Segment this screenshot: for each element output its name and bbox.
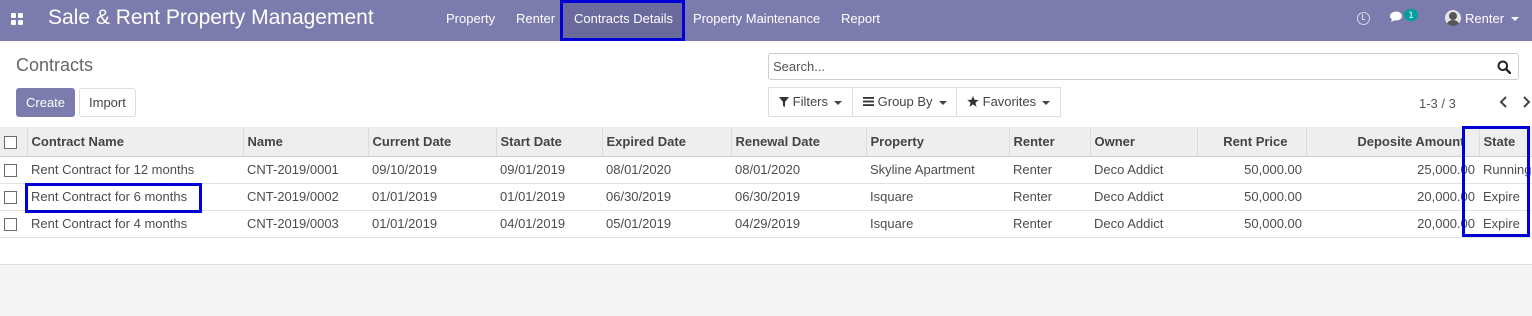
menu-item-report[interactable]: Report [841, 0, 880, 38]
cell-start-date[interactable]: 01/01/2019 [496, 183, 602, 211]
column-header-renter[interactable]: Renter [1009, 127, 1091, 157]
select-all-checkbox[interactable] [4, 135, 17, 149]
cell-start-date[interactable]: 09/01/2019 [496, 156, 602, 184]
cell-state[interactable]: Expire [1479, 210, 1532, 238]
cell-rent-price[interactable]: 50,000.00 [1197, 210, 1306, 238]
group-by-label: Group By [877, 94, 933, 109]
table-row[interactable]: Rent Contract for 12 months CNT-2019/000… [0, 156, 1532, 184]
cell-owner[interactable]: Deco Addict [1090, 210, 1197, 238]
search-input[interactable] [773, 56, 1473, 77]
cell-renewal-date[interactable]: 06/30/2019 [731, 183, 866, 211]
table-row[interactable]: Rent Contract for 4 months CNT-2019/0003… [0, 210, 1532, 238]
menu-item-property-maintenance[interactable]: Property Maintenance [693, 0, 820, 38]
cell-name[interactable]: CNT-2019/0002 [243, 183, 368, 211]
row-checkbox[interactable] [4, 191, 17, 205]
column-header-rent-price[interactable]: Rent Price [1197, 127, 1307, 157]
cell-deposite-amount[interactable]: 20,000.00 [1306, 183, 1479, 211]
cell-current-date[interactable]: 01/01/2019 [368, 210, 496, 238]
column-header-expired-date[interactable]: Expired Date [602, 127, 732, 157]
user-menu-name[interactable]: Renter [1465, 11, 1504, 26]
contracts-table: Contract Name Name Current Date Start Da… [0, 127, 1532, 238]
cell-renter[interactable]: Renter [1009, 156, 1090, 184]
cell-name[interactable]: CNT-2019/0001 [243, 156, 368, 184]
cell-state[interactable]: Expire [1479, 183, 1532, 211]
cell-rent-price[interactable]: 50,000.00 [1197, 183, 1306, 211]
cell-contract-name[interactable]: Rent Contract for 12 months [27, 156, 243, 184]
row-checkbox[interactable] [4, 218, 17, 232]
activity-clock-icon[interactable] [1357, 12, 1370, 25]
menu-item-contracts-details[interactable]: Contracts Details [563, 0, 684, 38]
cell-contract-name[interactable]: Rent Contract for 6 months [27, 183, 243, 211]
select-all-cell [0, 127, 28, 157]
cell-renter[interactable]: Renter [1009, 183, 1090, 211]
cell-deposite-amount[interactable]: 20,000.00 [1306, 210, 1479, 238]
cell-deposite-amount[interactable]: 25,000.00 [1306, 156, 1479, 184]
pager-previous-icon[interactable] [1498, 96, 1510, 108]
user-avatar[interactable] [1445, 10, 1461, 26]
column-header-name[interactable]: Name [243, 127, 369, 157]
cell-renter[interactable]: Renter [1009, 210, 1090, 238]
pager-value: 1-3 / 3 [1419, 96, 1456, 111]
cell-owner[interactable]: Deco Addict [1090, 183, 1197, 211]
cell-property[interactable]: Isquare [866, 210, 1009, 238]
contracts-list: Contract Name Name Current Date Start Da… [0, 127, 1532, 264]
control-panel: Contracts Create Import Filters Group By… [0, 41, 1532, 127]
apps-menu-icon[interactable] [10, 12, 24, 26]
cell-current-date[interactable]: 09/10/2019 [368, 156, 496, 184]
favorites-dropdown[interactable]: Favorites [956, 87, 1062, 117]
row-select-cell [0, 183, 27, 211]
group-by-icon [863, 97, 874, 106]
menu-item-property[interactable]: Property [446, 0, 495, 38]
cell-renewal-date[interactable]: 04/29/2019 [731, 210, 866, 238]
cell-current-date[interactable]: 01/01/2019 [368, 183, 496, 211]
cell-owner[interactable]: Deco Addict [1090, 156, 1197, 184]
column-header-renewal-date[interactable]: Renewal Date [731, 127, 867, 157]
app-title: Sale & Rent Property Management [48, 6, 374, 29]
column-header-state[interactable]: State [1479, 127, 1532, 157]
cell-rent-price[interactable]: 50,000.00 [1197, 156, 1306, 184]
cell-expired-date[interactable]: 06/30/2019 [602, 183, 731, 211]
column-header-contract-name[interactable]: Contract Name [27, 127, 244, 157]
import-button[interactable]: Import [79, 88, 136, 117]
cell-name[interactable]: CNT-2019/0003 [243, 210, 368, 238]
search-box[interactable] [768, 53, 1519, 80]
star-icon [967, 96, 979, 107]
row-checkbox[interactable] [4, 164, 17, 178]
filters-caret-icon [834, 100, 843, 105]
filters-label: Filters [792, 94, 829, 109]
user-menu-caret-icon[interactable] [1511, 17, 1519, 21]
cell-expired-date[interactable]: 08/01/2020 [602, 156, 731, 184]
messages-icon[interactable] [1390, 11, 1405, 23]
cell-property[interactable]: Skyline Apartment [866, 156, 1009, 184]
column-header-deposite-amount[interactable]: Deposite Amount [1306, 127, 1480, 157]
cell-state[interactable]: Running [1479, 156, 1532, 184]
cell-property[interactable]: Isquare [866, 183, 1009, 211]
cell-expired-date[interactable]: 05/01/2019 [602, 210, 731, 238]
cell-start-date[interactable]: 04/01/2019 [496, 210, 602, 238]
create-button[interactable]: Create [16, 88, 76, 117]
cell-renewal-date[interactable]: 08/01/2020 [731, 156, 866, 184]
menu-item-renter[interactable]: Renter [516, 0, 555, 38]
row-select-cell [0, 210, 27, 238]
column-header-start-date[interactable]: Start Date [496, 127, 603, 157]
filter-icon [779, 97, 789, 107]
column-header-current-date[interactable]: Current Date [368, 127, 497, 157]
cell-contract-name[interactable]: Rent Contract for 4 months [27, 210, 243, 238]
column-header-owner[interactable]: Owner [1090, 127, 1198, 157]
favorites-caret-icon [1042, 100, 1051, 105]
filters-dropdown[interactable]: Filters [768, 87, 854, 117]
top-navbar: Sale & Rent Property Management Property… [0, 0, 1532, 41]
messages-count-badge: 1 [1404, 9, 1418, 21]
favorites-label: Favorites [982, 94, 1037, 109]
list-bottom-divider [0, 264, 1532, 265]
table-header-row: Contract Name Name Current Date Start Da… [0, 127, 1532, 157]
group-by-dropdown[interactable]: Group By [852, 87, 958, 117]
pager-next-icon[interactable] [1520, 96, 1532, 108]
table-row[interactable]: Rent Contract for 6 months CNT-2019/0002… [0, 183, 1532, 211]
breadcrumb: Contracts [16, 55, 94, 75]
search-icon[interactable] [1497, 60, 1511, 74]
column-header-property[interactable]: Property [866, 127, 1010, 157]
group-by-caret-icon [938, 100, 947, 105]
row-select-cell [0, 156, 27, 184]
